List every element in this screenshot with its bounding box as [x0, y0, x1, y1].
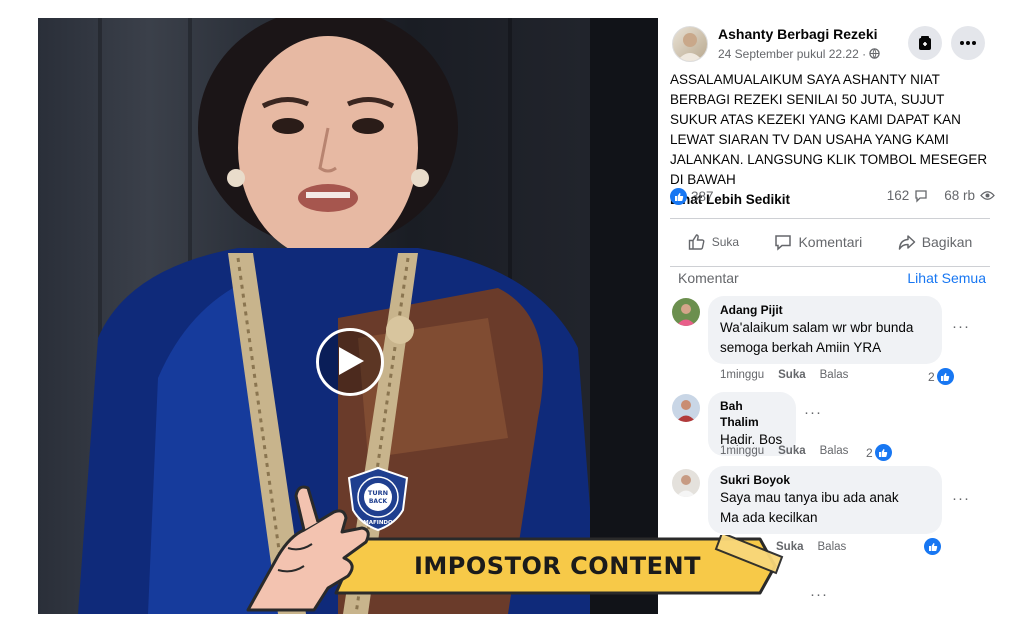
- facebook-post-panel: Ashanty Berbagi Rezeki 24 September puku…: [658, 14, 998, 618]
- play-icon: [339, 347, 364, 375]
- like-reaction-icon: [670, 188, 687, 205]
- play-button[interactable]: [316, 328, 384, 396]
- video-side-bar: [590, 18, 658, 614]
- reaction-count: 387: [691, 189, 714, 204]
- comment-reaction-count: 2: [866, 445, 873, 460]
- page-name[interactable]: Ashanty Berbagi Rezeki: [718, 26, 878, 42]
- divider: [670, 266, 990, 267]
- share-label: Bagikan: [921, 234, 973, 250]
- comment-time[interactable]: 1minggu: [720, 445, 764, 457]
- turn-back-hoax-logo: TURN BACK MAFINDO: [347, 466, 409, 532]
- more-options-button[interactable]: [951, 26, 985, 60]
- comment-options-button[interactable]: ···: [810, 586, 828, 603]
- like-reaction-icon: [936, 368, 954, 385]
- comment-options-button[interactable]: ···: [952, 318, 970, 335]
- comment-meta: Suka Balas: [776, 541, 846, 553]
- commenter-name[interactable]: Sukri Boyok: [720, 472, 930, 488]
- comment-text: Wa'alaikum salam wr wbr bunda: [720, 320, 914, 335]
- comment-reaction-count: 2: [928, 369, 935, 384]
- commenter-avatar[interactable]: [672, 394, 700, 422]
- post-body-text: ASSALAMUALAIKUM SAYA ASHANTY NIAT BERBAG…: [670, 72, 988, 187]
- svg-text:TURN: TURN: [368, 489, 388, 497]
- share-icon: [898, 235, 915, 250]
- divider: [670, 218, 990, 219]
- avatar-image: [677, 33, 703, 61]
- post-actions: Suka Komentari Bagikan: [670, 224, 990, 260]
- ellipsis-icon: [960, 41, 976, 45]
- comment-reply-button[interactable]: Balas: [820, 369, 849, 381]
- post-date-text: 24 September pukul 22.22 ·: [718, 47, 867, 61]
- comment-bubble: Adang Pijit Wa'alaikum salam wr wbr bund…: [708, 296, 942, 364]
- comment-bubble-icon: [915, 189, 927, 203]
- mafindo-badge: TURN BACK MAFINDO: [345, 466, 411, 532]
- like-reaction-icon: [874, 444, 892, 461]
- comments-heading: Komentar: [678, 270, 739, 286]
- post-date[interactable]: 24 September pukul 22.22 ·: [718, 47, 881, 61]
- comment-time[interactable]: 1minggu: [720, 369, 764, 381]
- comment-like-button[interactable]: Suka: [778, 369, 806, 381]
- view-count: 68 rb: [944, 188, 975, 203]
- like-reaction-icon: [924, 538, 941, 555]
- eye-icon: [980, 191, 995, 200]
- comment-meta: 1minggu Suka Balas: [720, 369, 848, 381]
- thumbs-up-icon: [688, 234, 705, 250]
- comment-label: Komentari: [798, 234, 863, 250]
- comment-reply-button[interactable]: Balas: [820, 445, 849, 457]
- share-button[interactable]: Bagikan: [898, 233, 973, 251]
- comment-reactions[interactable]: 2: [866, 444, 892, 461]
- comment-options-button[interactable]: ···: [952, 490, 970, 507]
- commenter-avatar[interactable]: [672, 469, 700, 497]
- impostor-banner: IMPOSTOR CONTENT: [330, 535, 785, 597]
- comment-count[interactable]: 162: [887, 188, 910, 203]
- page-avatar[interactable]: [672, 26, 708, 62]
- save-button[interactable]: [908, 26, 942, 60]
- globe-icon: [869, 48, 881, 59]
- comment-options-button[interactable]: ···: [804, 404, 822, 421]
- post-stats: 387 162 68 rb: [670, 188, 995, 210]
- comment-text: semoga berkah Amiin YRA: [720, 340, 882, 355]
- comment-reactions[interactable]: 2: [928, 368, 954, 385]
- reaction-summary[interactable]: 387: [670, 188, 714, 205]
- see-all-comments-link[interactable]: Lihat Semua: [907, 270, 986, 286]
- commenter-name[interactable]: Bah Thalim: [720, 398, 784, 430]
- bookmark-box-icon: [919, 36, 931, 50]
- comment-text: Saya mau tanya ibu ada anak: [720, 490, 899, 505]
- commenter-avatar[interactable]: [672, 298, 700, 326]
- comment-button[interactable]: Komentari: [774, 233, 862, 251]
- comment-reactions[interactable]: [924, 538, 941, 555]
- comment-bubble: Sukri Boyok Saya mau tanya ibu ada anak …: [708, 466, 942, 534]
- comment-meta: 1minggu Suka Balas: [720, 445, 848, 457]
- like-button[interactable]: Suka: [688, 233, 739, 251]
- impostor-banner-text: IMPOSTOR CONTENT: [413, 552, 702, 580]
- comment-reply-button[interactable]: Balas: [818, 541, 847, 553]
- comment-text: Ma ada kecilkan: [720, 510, 818, 525]
- comment-icon: [775, 235, 792, 251]
- svg-text:BACK: BACK: [369, 498, 388, 505]
- comment-like-button[interactable]: Suka: [778, 445, 806, 457]
- svg-text:MAFINDO: MAFINDO: [363, 520, 393, 526]
- like-label: Suka: [711, 235, 740, 249]
- commenter-name[interactable]: Adang Pijit: [720, 302, 930, 318]
